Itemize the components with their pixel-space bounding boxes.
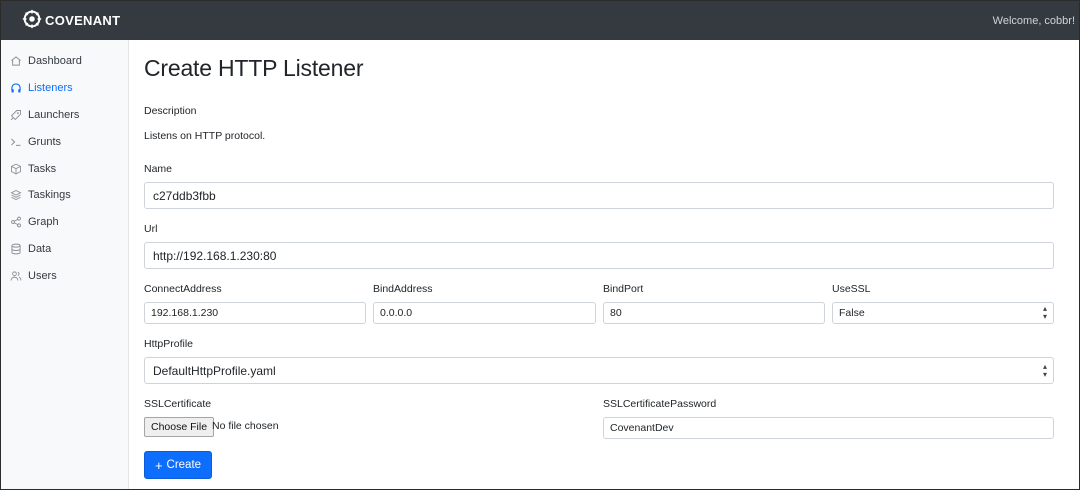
bind-port-label: BindPort [603, 283, 644, 295]
brand-name: COVENANT [45, 13, 121, 28]
name-input[interactable] [144, 182, 1054, 209]
create-button-label: Create [166, 459, 202, 471]
sidebar-item-tasks[interactable]: Tasks [1, 155, 128, 182]
headphones-icon [10, 82, 22, 94]
welcome-text[interactable]: Welcome, cobbr! [993, 15, 1075, 27]
ssl-certificate-label: SSLCertificate [144, 398, 212, 410]
plus-icon: + [154, 457, 163, 473]
sidebar-item-label: Users [28, 269, 57, 282]
url-label: Url [144, 223, 158, 235]
use-ssl-select[interactable]: False ▴ ▾ [832, 302, 1054, 324]
bind-port-input[interactable] [603, 302, 825, 324]
sidebar-item-label: Listeners [28, 82, 73, 95]
sidebar-item-launchers[interactable]: Launchers [1, 102, 128, 129]
sidebar-item-data[interactable]: Data [1, 236, 128, 263]
sidebar-item-taskings[interactable]: Taskings [1, 182, 128, 209]
sidebar-item-dashboard[interactable]: Dashboard [1, 48, 128, 75]
sidebar-item-listeners[interactable]: Listeners [1, 75, 128, 102]
select-arrows-icon: ▴ ▾ [1042, 361, 1047, 379]
description-text: Listens on HTTP protocol. [144, 130, 266, 142]
ssl-certificate-password-input[interactable] [603, 417, 1054, 439]
choose-file-button[interactable]: Choose File [144, 417, 215, 437]
connect-address-label: ConnectAddress [144, 283, 222, 295]
app-window: COVENANT Welcome, cobbr! Dashboard Liste… [0, 0, 1080, 490]
http-profile-select[interactable]: DefaultHttpProfile.yaml ▴ ▾ [144, 357, 1054, 384]
name-label: Name [144, 163, 173, 175]
database-icon [10, 243, 22, 255]
select-arrows-icon: ▴ ▾ [1042, 304, 1047, 321]
covenant-logo-icon [21, 8, 43, 33]
sidebar-item-label: Launchers [28, 108, 80, 121]
bind-address-input[interactable] [373, 302, 596, 324]
url-input[interactable] [144, 242, 1054, 269]
sidebar-item-label: Graph [28, 216, 59, 229]
page-title: Create HTTP Listener [144, 55, 364, 81]
top-navbar: COVENANT Welcome, cobbr! [1, 1, 1079, 40]
http-profile-selected-value: DefaultHttpProfile.yaml [153, 363, 276, 378]
http-profile-label: HttpProfile [144, 338, 194, 350]
no-file-chosen-text: No file chosen [212, 420, 279, 432]
terminal-icon [10, 136, 22, 148]
sidebar-item-label: Taskings [28, 189, 71, 202]
use-ssl-selected-value: False [839, 307, 865, 319]
rocket-icon [10, 109, 22, 121]
users-icon [10, 270, 22, 282]
box-icon [10, 163, 22, 175]
sidebar-item-grunts[interactable]: Grunts [1, 128, 128, 155]
sidebar-item-graph[interactable]: Graph [1, 209, 128, 236]
sidebar-item-label: Dashboard [28, 55, 82, 68]
bind-address-label: BindAddress [373, 283, 433, 295]
layers-icon [10, 189, 22, 201]
create-button[interactable]: + Create [144, 451, 212, 479]
share-icon [10, 216, 22, 228]
sidebar-item-users[interactable]: Users [1, 262, 128, 289]
sidebar-item-label: Grunts [28, 135, 62, 148]
sidebar-item-label: Data [28, 242, 52, 255]
ssl-certificate-password-label: SSLCertificatePassword [603, 398, 717, 410]
description-label: Description [144, 105, 197, 117]
brand-logo[interactable]: COVENANT [21, 8, 120, 33]
sidebar-item-label: Tasks [28, 162, 57, 175]
use-ssl-label: UseSSL [832, 283, 871, 295]
home-icon [10, 55, 22, 67]
sidebar: Dashboard Listeners Launchers Grunts Tas… [1, 40, 129, 489]
main-content: Create HTTP Listener [144, 40, 1055, 82]
connect-address-input[interactable] [144, 302, 366, 324]
